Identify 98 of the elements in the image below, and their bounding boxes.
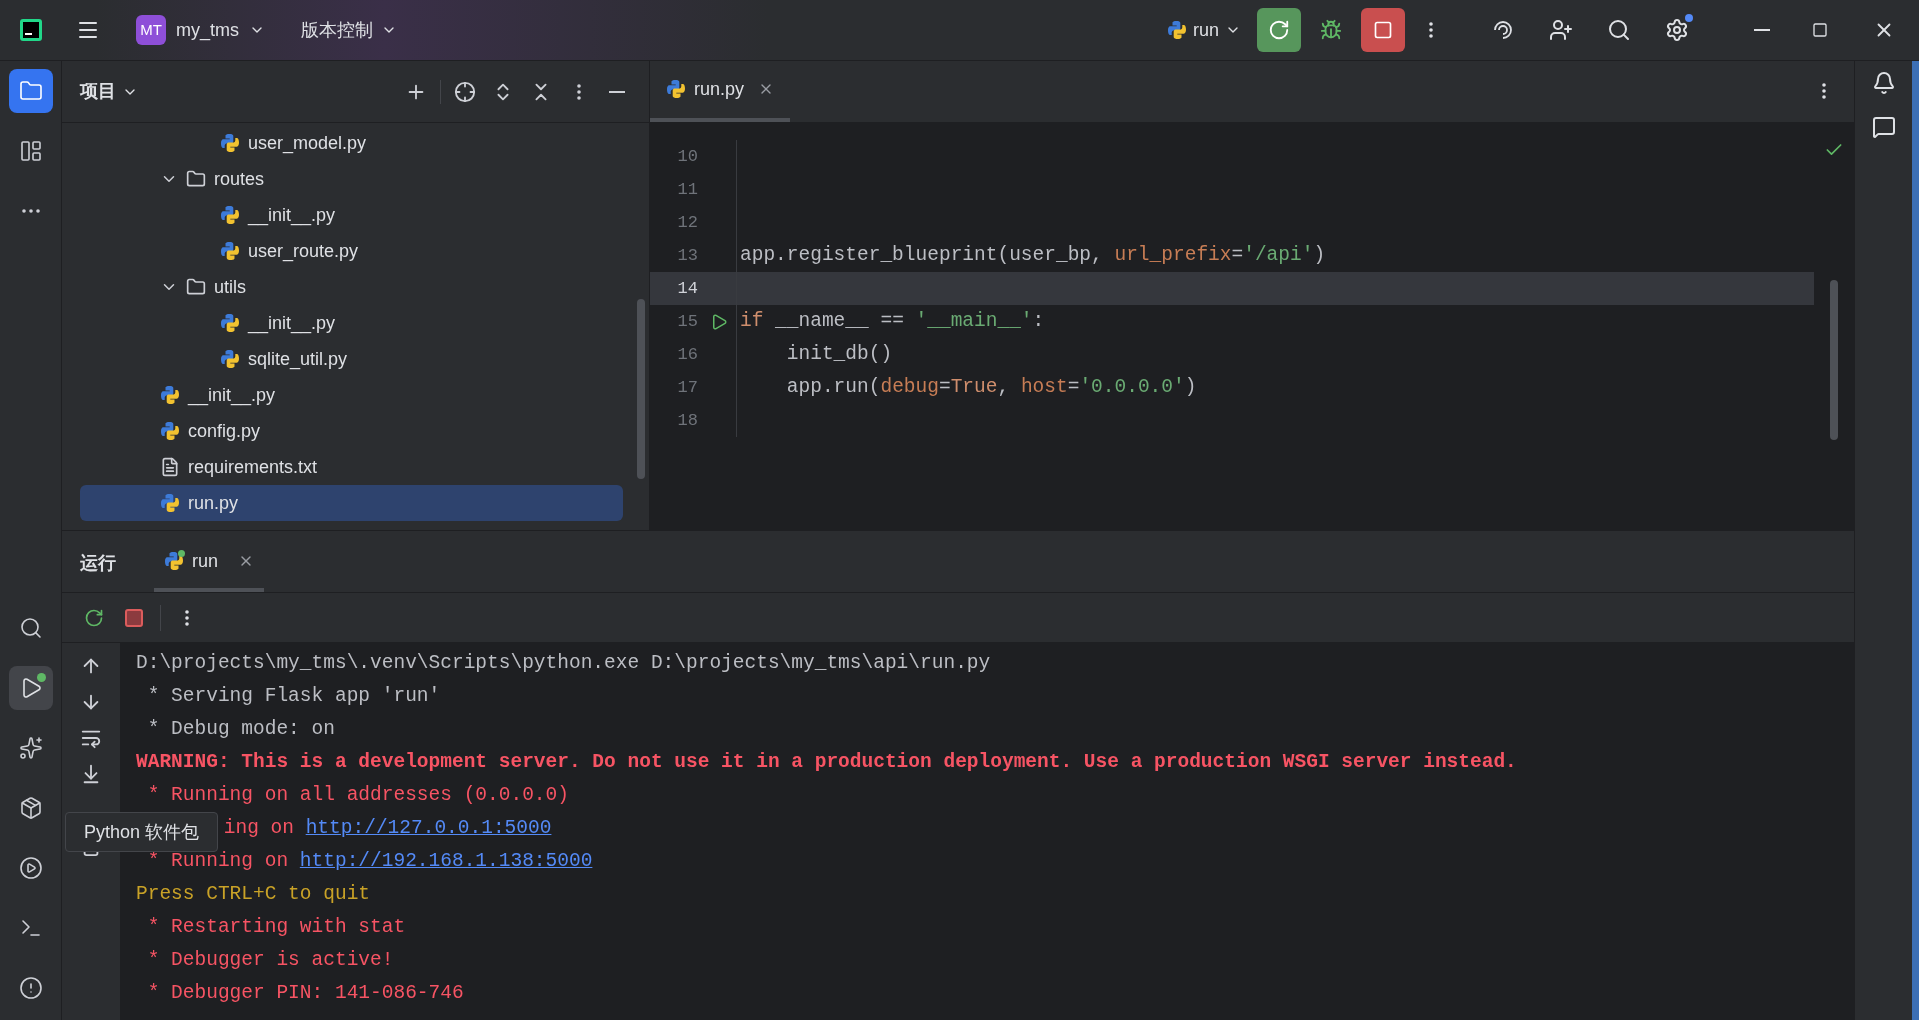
- console-text: * Running on all addresses (0.0.0.0): [146, 782, 569, 808]
- file-name: __init__.py: [248, 311, 336, 336]
- console-link[interactable]: http://127.0.0.1:5000: [305, 813, 552, 844]
- stop-icon: [1373, 20, 1393, 40]
- console-text: * Restarting with stat: [146, 914, 406, 940]
- editor-tab[interactable]: run.py: [650, 60, 791, 122]
- code-text: app.run(debug=True, host='0.0.0.0'): [785, 374, 1197, 400]
- rerun-icon: [1268, 19, 1290, 41]
- tree-item[interactable]: utils: [80, 269, 623, 305]
- run-config-selector[interactable]: run: [1167, 16, 1241, 44]
- folder-icon: [186, 277, 206, 297]
- panel-title: 运行: [80, 551, 116, 575]
- line-number: 18: [676, 409, 698, 432]
- run-tab[interactable]: run: [154, 534, 264, 592]
- minimize-icon: [1754, 29, 1770, 31]
- tree-item[interactable]: user_route.py: [80, 233, 623, 269]
- console-text: * Debugger PIN: 141-086-746: [146, 980, 464, 1006]
- project-name: my_tms: [176, 18, 239, 43]
- settings-icon: [1665, 18, 1689, 42]
- line-number: 13: [676, 244, 698, 267]
- console-text: WARNING: This is a development server. Do not use it in a production deployment. Use a production WSGI server instead.: [136, 749, 1517, 775]
- file-name: routes: [214, 167, 265, 191]
- line-number: 14: [676, 277, 698, 300]
- file-name: user_model.py: [248, 131, 367, 156]
- line-number: 10: [676, 145, 698, 168]
- add-user-icon: [1549, 18, 1573, 42]
- tree-item[interactable]: requirements.txt: [80, 449, 623, 485]
- scrollbar-thumb[interactable]: [637, 299, 645, 479]
- file-name: user_route.py: [248, 239, 359, 264]
- line-number: 16: [676, 343, 698, 366]
- rerun-icon: [84, 607, 104, 628]
- tree-item[interactable]: sqlite_util.py: [80, 341, 623, 377]
- bell-icon: [1871, 71, 1896, 95]
- more-icon: [1822, 83, 1826, 99]
- console-text: * Debug mode: on: [146, 716, 335, 742]
- ai-chat-button[interactable]: [1871, 115, 1896, 139]
- tree-item[interactable]: __init__.py: [80, 305, 623, 341]
- crosshair-icon: [454, 80, 476, 103]
- more-icon: [577, 83, 581, 100]
- tool-window-button[interactable]: [8, 69, 53, 113]
- minimize-icon: [609, 90, 625, 93]
- more-icon: [1429, 22, 1433, 38]
- tree-item[interactable]: run.py: [80, 485, 623, 521]
- app-logo-icon: [20, 19, 42, 41]
- project-badge: MT: [136, 15, 166, 45]
- console-text: D:\projects\my_tms\.venv\Scripts\python.exe D:\projects\my_tms\api\run.py: [136, 650, 991, 676]
- line-number: 15: [676, 310, 698, 333]
- more-icon: [21, 209, 40, 213]
- line-number: 12: [676, 211, 698, 234]
- line-number: 17: [676, 376, 698, 399]
- structure-icon: [18, 139, 43, 163]
- maximize-icon: [1812, 22, 1828, 38]
- tree-item[interactable]: __init__.py: [80, 197, 623, 233]
- more-icon: [185, 609, 189, 626]
- tree-item[interactable]: routes: [80, 161, 623, 197]
- console-link[interactable]: http://192.168.1.138:5000: [299, 846, 593, 877]
- file-name: requirements.txt: [188, 455, 318, 479]
- scrollbar-thumb[interactable]: [1830, 280, 1838, 440]
- folder-icon: [186, 169, 206, 189]
- tab-label: run: [192, 549, 218, 573]
- project-switcher[interactable]: MT my_tms: [130, 10, 271, 50]
- tree-item[interactable]: config.py: [80, 413, 623, 449]
- chat-icon: [1871, 115, 1896, 139]
- console-text: Press CTRL+C to quit: [136, 881, 371, 907]
- notifications-button[interactable]: [1871, 71, 1896, 95]
- services-icon: [18, 856, 43, 880]
- folder-icon: [18, 79, 43, 103]
- stop-button[interactable]: [1361, 8, 1405, 52]
- file-name: config.py: [188, 419, 261, 443]
- run-gutter-icon[interactable]: [710, 312, 728, 331]
- alert-icon: [18, 976, 43, 1000]
- rerun-button[interactable]: [1257, 8, 1301, 52]
- console-text: * Debugger is active!: [146, 947, 394, 973]
- tool-window-button[interactable]: [8, 666, 53, 710]
- file-name: __init__.py: [188, 383, 276, 408]
- tree-item[interactable]: __init__.py: [80, 377, 623, 413]
- file-name: run.py: [188, 491, 239, 515]
- console-text: ing on: [223, 815, 295, 841]
- spiral-icon: [1491, 18, 1515, 42]
- project-view-selector[interactable]: 项目: [80, 78, 138, 105]
- line-number: 11: [676, 178, 698, 201]
- package-icon: [18, 796, 43, 820]
- bug-icon: [1320, 19, 1342, 41]
- vcs-menu[interactable]: 版本控制: [301, 16, 397, 44]
- text-file-icon: [160, 457, 180, 477]
- file-name: sqlite_util.py: [248, 347, 348, 372]
- search-icon: [18, 616, 43, 640]
- code-text: if __name__ == '__main__':: [739, 308, 1045, 334]
- tab-label: run.py: [694, 77, 745, 101]
- file-name: __init__.py: [248, 203, 336, 228]
- file-name: utils: [214, 275, 246, 299]
- search-icon: [1607, 18, 1631, 42]
- code-text: init_db(): [785, 341, 893, 367]
- tooltip: Python 软件包: [65, 812, 219, 852]
- stop-icon: [125, 608, 143, 627]
- code-text: app.register_blueprint(user_bp, url_prefix='/api'): [739, 242, 1326, 268]
- tree-item[interactable]: user_model.py: [80, 125, 623, 161]
- console-text: * Serving Flask app 'run': [146, 683, 441, 709]
